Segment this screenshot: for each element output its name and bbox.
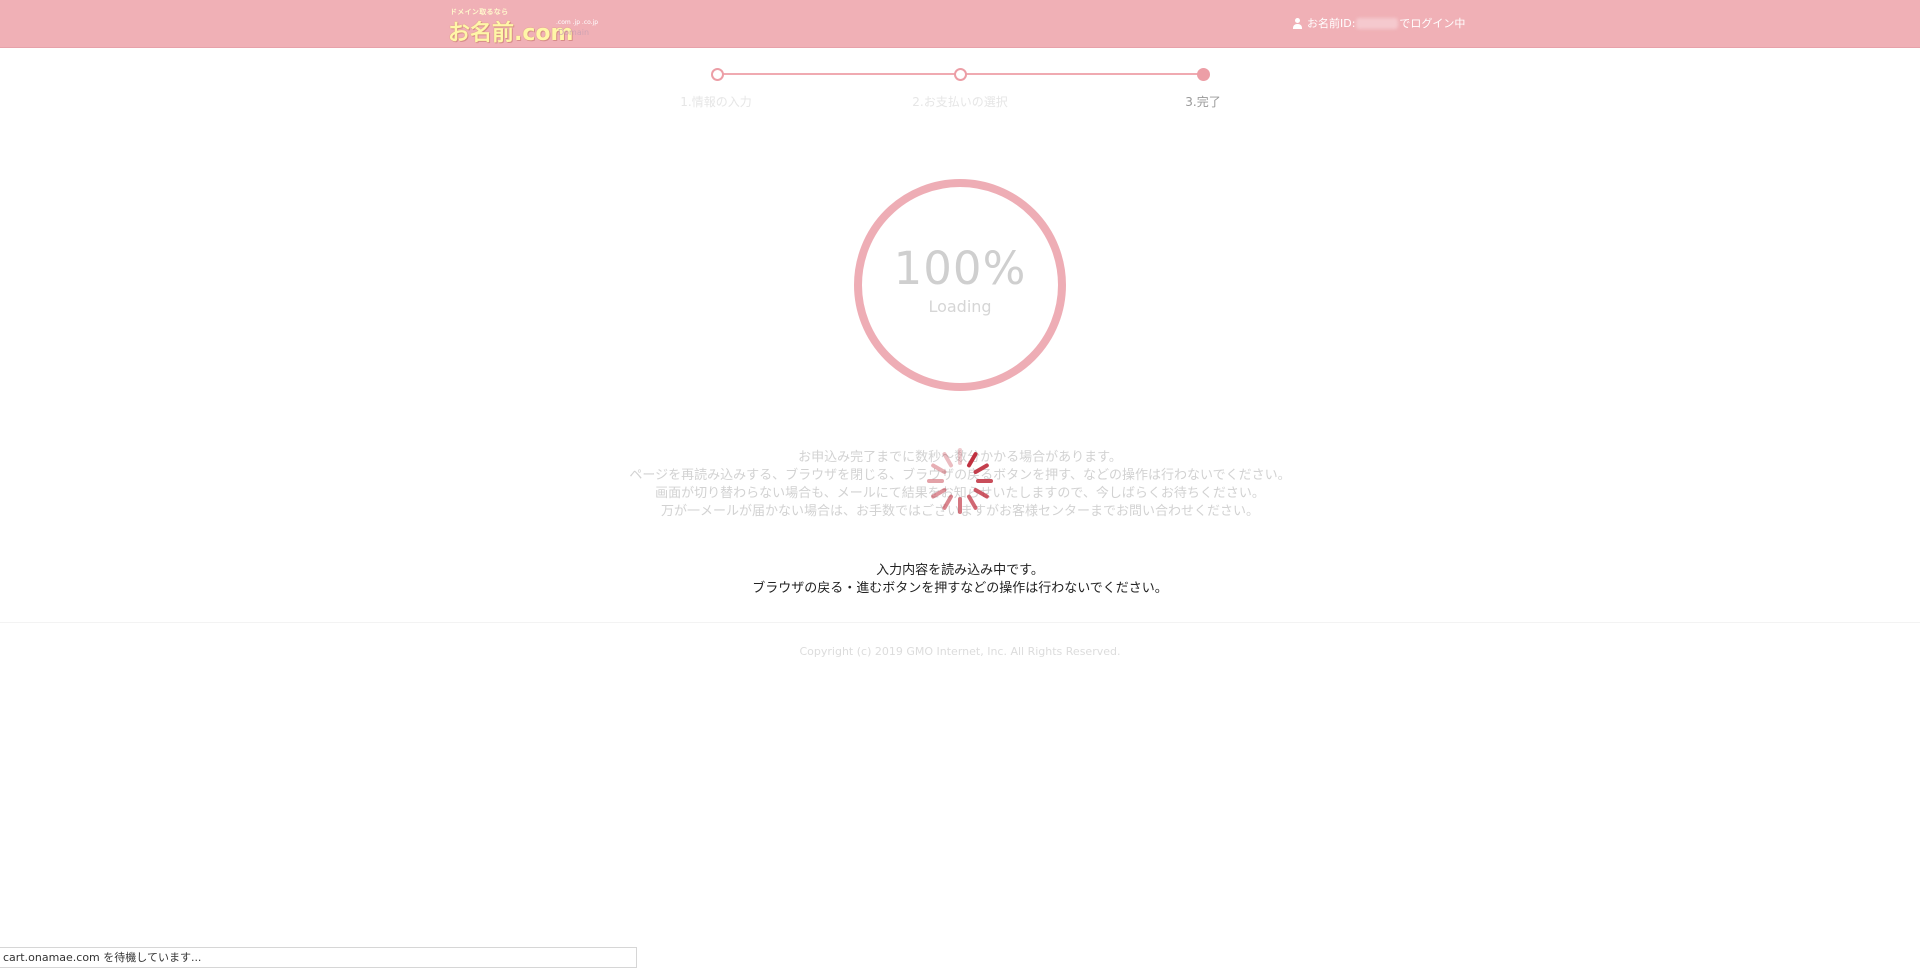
onamae-logo[interactable]: ドメイン取るなら お名前.com .com .jp .co.jp Domain [448,7,599,46]
spinner-icon [925,446,995,516]
spinner-bar [958,448,962,465]
spinner-bar [930,487,948,500]
spinner-bar [966,493,979,511]
user-icon [1292,17,1303,29]
step-label-3: 3.完了 [1185,95,1221,109]
spinner-bar [972,462,990,475]
step-dot-3 [1197,68,1210,81]
footer-divider [0,622,1920,623]
loading-message-line: ブラウザの戻る・進むボタンを押すなどの操作は行わないでください。 [752,581,1168,596]
browser-status-bar: cart.onamae.com を待機しています... [0,947,637,968]
logo-tlds: .com .jp .co.jp [556,19,599,26]
spinner-bar [976,479,993,483]
progress-label: Loading [928,297,992,316]
spinner-bar [966,451,979,469]
spinner-bar [941,451,954,469]
login-id-redacted [1356,17,1399,29]
copyright-text: Copyright (c) 2019 GMO Internet, Inc. Al… [799,645,1121,658]
step-dot-2 [954,68,967,81]
spinner-bar [930,462,948,475]
logo-text: お名前.com [448,21,574,46]
spinner-bar [941,493,954,511]
step-dot-1 [711,68,724,81]
loading-message-line: 入力内容を読み込み中です。 [876,563,1044,578]
spinner-bar [958,497,962,514]
login-status-suffix: でログイン中 [1399,17,1466,30]
site-header: ドメイン取るなら お名前.com .com .jp .co.jp Domain … [0,0,1920,48]
step-label-2: 2.お支払いの選択 [912,95,1008,109]
step-label-1: 1.情報の入力 [680,95,752,109]
spinner-bar [927,479,944,483]
progress-percent: 100% [893,242,1027,295]
logo-sub: Domain [558,28,590,37]
login-status: お名前ID: でログイン中 [1292,15,1465,31]
spinner-bar [972,487,990,500]
login-id-prefix: お名前ID: [1307,17,1356,30]
loading-message: 入力内容を読み込み中です。 ブラウザの戻る・進むボタンを押すなどの操作は行わない… [560,562,1360,598]
